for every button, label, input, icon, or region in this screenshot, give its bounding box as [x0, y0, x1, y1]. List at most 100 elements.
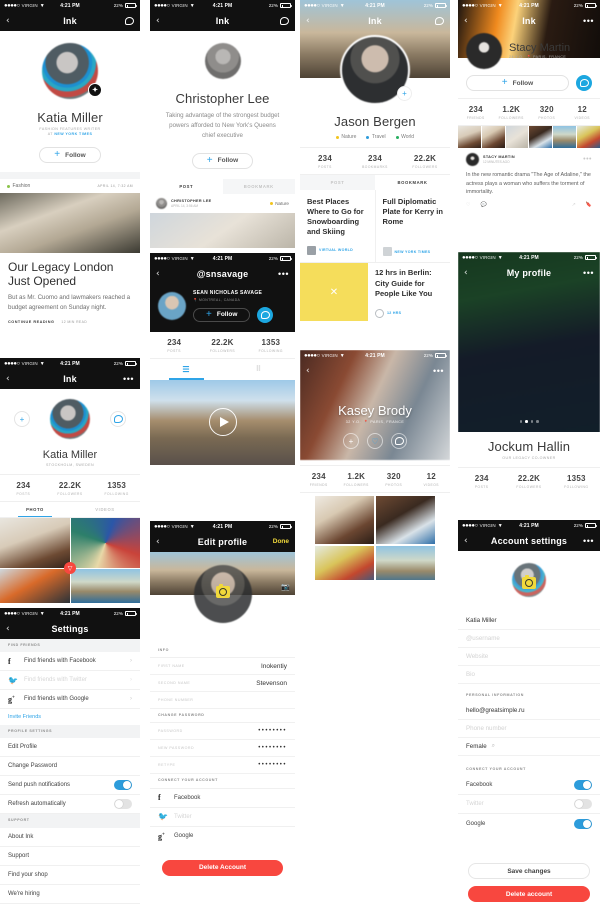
field-email[interactable]: hello@greatsimple.ru: [458, 702, 600, 721]
field-phone[interactable]: Phone number: [458, 720, 600, 739]
field-retype-password[interactable]: RETYPE ••••••••: [150, 757, 295, 775]
back-button[interactable]: ‹: [6, 619, 10, 639]
back-button[interactable]: ‹: [464, 263, 468, 283]
more-options-button[interactable]: •••: [433, 361, 444, 381]
tab-post[interactable]: POST: [150, 178, 223, 194]
row-support[interactable]: Support: [0, 847, 140, 866]
facebook-toggle[interactable]: [574, 780, 592, 791]
stat-item[interactable]: 22.2K FOLLOWERS: [400, 148, 450, 174]
avatar[interactable]: [204, 43, 241, 79]
video-thumbnail[interactable]: [150, 379, 295, 465]
follow-button[interactable]: + Follow: [191, 152, 254, 169]
share-icon[interactable]: ↗: [572, 202, 576, 208]
more-options-button[interactable]: •••: [583, 11, 594, 31]
stat-item[interactable]: 1353 FOLLOWING: [247, 332, 295, 358]
gallery-photo[interactable]: [315, 496, 374, 544]
stat-item[interactable]: 22.2K FOLLOWERS: [47, 475, 94, 501]
back-button[interactable]: ‹: [464, 531, 468, 551]
avatar-camera-icon[interactable]: [522, 574, 536, 589]
field-first-name[interactable]: FIRST NAME Inokentiy: [150, 658, 295, 676]
strip-photo[interactable]: [553, 126, 577, 148]
back-button[interactable]: ‹: [306, 11, 310, 31]
back-button[interactable]: ‹: [464, 11, 468, 31]
employer-link[interactable]: NEW YORK TIMES: [54, 132, 92, 136]
messages-button[interactable]: [125, 11, 134, 31]
delete-account-button[interactable]: Delete Account: [162, 859, 283, 876]
strip-photo[interactable]: [529, 126, 553, 148]
row-were-hiring[interactable]: We're hiring: [0, 885, 140, 904]
field-username[interactable]: @username: [458, 630, 600, 648]
row-about-ink[interactable]: About Ink: [0, 828, 140, 847]
more-options-button[interactable]: •••: [583, 531, 594, 551]
post-more-button[interactable]: •••: [583, 156, 592, 163]
stat-item[interactable]: 234 POSTS: [150, 332, 198, 358]
gallery-photo[interactable]: [0, 518, 70, 568]
stat-item[interactable]: 1.2K FOLLOWERS: [338, 466, 376, 492]
refresh-automatically-toggle[interactable]: [114, 799, 132, 810]
add-friend-button[interactable]: +: [14, 411, 30, 427]
stat-item[interactable]: 234 FRIENDS: [300, 466, 338, 492]
carousel-dot[interactable]: [530, 420, 533, 423]
twitter-toggle[interactable]: [574, 799, 592, 810]
search-icon[interactable]: ⌕: [492, 743, 495, 750]
back-button[interactable]: ‹: [156, 11, 160, 31]
avatar[interactable]: [466, 33, 502, 69]
article-image[interactable]: [0, 193, 140, 253]
stat-item[interactable]: 1353 FOLLOWING: [93, 475, 140, 501]
field-second-name[interactable]: SECOND NAME Stevenson: [150, 675, 295, 693]
back-button[interactable]: ‹: [6, 369, 10, 389]
tab-bookmark[interactable]: BOOKMARK: [375, 175, 450, 190]
tab-bookmark[interactable]: BOOKMARK: [223, 179, 296, 194]
comment-icon[interactable]: 💬: [480, 202, 486, 208]
gallery-photo[interactable]: [70, 569, 140, 603]
row-find-google[interactable]: g+ Find friends with Google ›: [0, 690, 140, 710]
row-connect-twitter[interactable]: Twitter: [458, 795, 600, 815]
gallery-photo[interactable]: [315, 546, 374, 580]
avatar-camera-icon[interactable]: [215, 584, 230, 599]
gallery-photo[interactable]: [70, 518, 140, 568]
row-change-password[interactable]: Change Password: [0, 757, 140, 777]
more-options-button[interactable]: •••: [278, 264, 289, 284]
follow-button[interactable]: + Follow: [39, 147, 101, 163]
stat-item[interactable]: 12 VIDEOS: [413, 466, 451, 492]
row-connect-twitter[interactable]: 🐦 Twitter: [150, 808, 295, 827]
bookmark-icon[interactable]: 🔖: [586, 202, 592, 208]
field-new-password[interactable]: NEW PASSWORD ••••••••: [150, 740, 295, 758]
carousel-dots[interactable]: [458, 420, 600, 423]
tab-grid-view[interactable]: ⠿: [222, 358, 295, 380]
play-button-icon[interactable]: [208, 408, 237, 436]
tab-photo[interactable]: PHOTO: [0, 502, 70, 517]
strip-photo[interactable]: [458, 126, 481, 148]
tab-post[interactable]: POST: [300, 175, 375, 190]
interest-tag[interactable]: Nature: [335, 134, 356, 140]
post-image[interactable]: [150, 212, 295, 248]
carousel-dot[interactable]: [519, 420, 522, 423]
bookmark-card[interactable]: 12 hrs in Berlin: City Guide for People …: [368, 263, 450, 322]
tab-videos[interactable]: VIDEOS: [70, 502, 140, 517]
row-find-facebook[interactable]: f Find friends with Facebook ›: [0, 652, 140, 672]
field-name[interactable]: Katia Miller: [458, 612, 600, 630]
stat-item[interactable]: 234 POSTS: [458, 468, 505, 494]
interest-tag[interactable]: Travel: [366, 134, 386, 140]
carousel-dot[interactable]: [536, 420, 539, 423]
bookmark-placeholder[interactable]: ✕: [300, 263, 368, 322]
carousel-dot[interactable]: [525, 420, 528, 423]
close-icon[interactable]: ✕: [330, 287, 338, 298]
avatar[interactable]: [158, 292, 186, 321]
add-friend-button[interactable]: +: [343, 433, 359, 449]
stat-item[interactable]: 234 POSTS: [300, 148, 350, 174]
stat-item[interactable]: 12 VIDEOS: [565, 99, 600, 125]
add-friend-button[interactable]: +: [397, 86, 412, 101]
done-button[interactable]: Done: [273, 532, 289, 552]
google-toggle[interactable]: [574, 818, 592, 829]
row-connect-facebook[interactable]: Facebook: [458, 776, 600, 796]
field-gender[interactable]: Female ⌕: [458, 738, 600, 757]
strip-photo[interactable]: [577, 126, 600, 148]
gallery-photo[interactable]: [376, 546, 435, 580]
continue-reading-button[interactable]: CONTINUE READING: [8, 320, 54, 324]
stat-item[interactable]: 1353 FOLLOWING: [553, 468, 600, 494]
field-phone-number[interactable]: PHONE NUMBER: [150, 692, 295, 710]
strip-photo[interactable]: [481, 126, 505, 148]
article-title[interactable]: Our Legacy London Just Opened: [8, 260, 132, 288]
more-options-button[interactable]: •••: [123, 369, 134, 389]
